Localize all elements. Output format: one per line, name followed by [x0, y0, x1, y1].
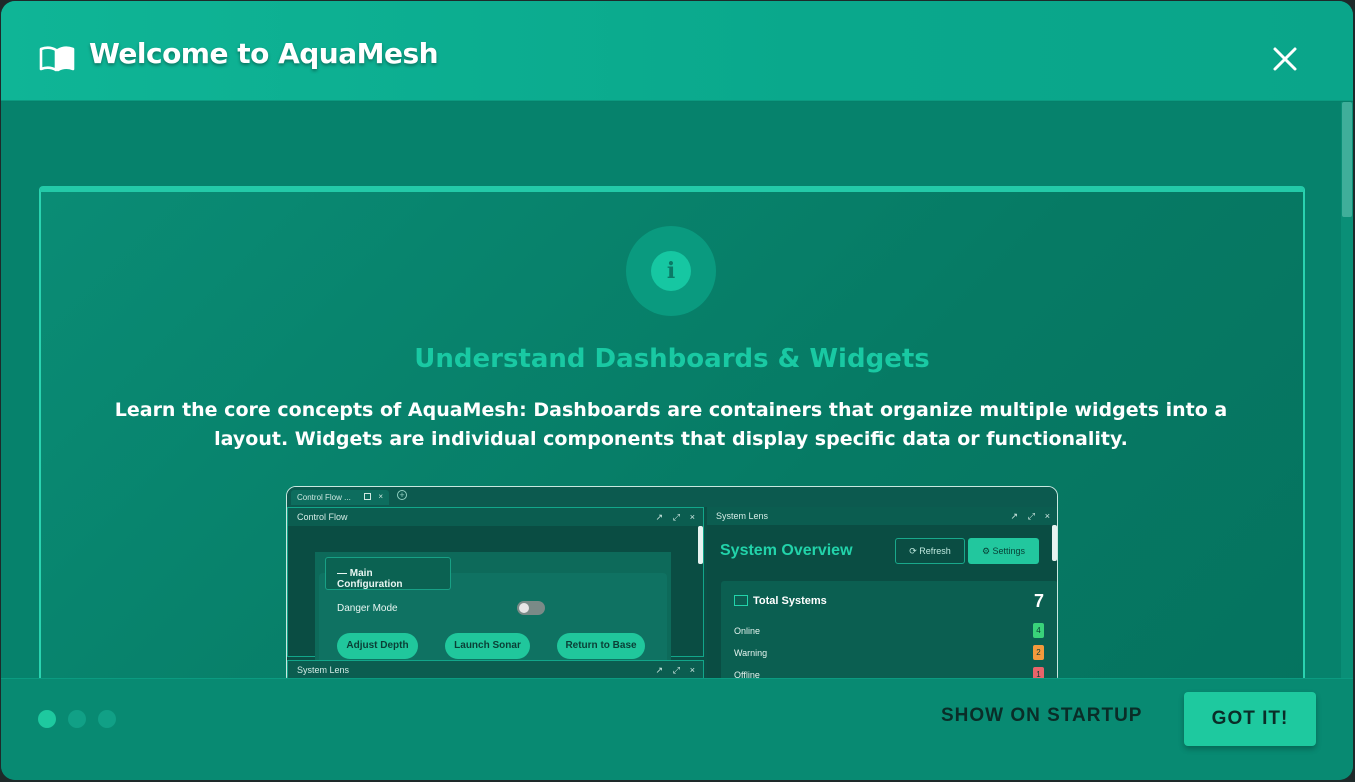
preview-warning-badge: 2	[1033, 645, 1044, 660]
preview-tab: Control Flow ... ×	[291, 490, 389, 505]
maximize-icon: ⤢	[1027, 511, 1035, 521]
preview-system-lens-bottom-pane: System Lens ↗ ⤢ ×	[287, 660, 704, 678]
preview-scrollbar	[698, 526, 703, 564]
preview-pane-title: System Lens	[297, 665, 350, 675]
pagination-dot-2[interactable]	[68, 710, 86, 728]
book-open-icon	[39, 46, 75, 72]
info-icon: i	[626, 226, 716, 316]
pagination-dot-3[interactable]	[98, 710, 116, 728]
dialog-footer: SHOW ON STARTUP GOT IT!	[1, 678, 1353, 780]
preview-system-lens-pane: System Lens ↗ ⤢ × System Overview ⟳ Refr…	[707, 507, 1057, 678]
preview-online-label: Online	[734, 626, 761, 636]
preview-total-systems-card: Total Systems 7 Online 4 Warning 2 Offli…	[721, 581, 1057, 678]
close-icon: ×	[689, 512, 695, 522]
tab-close-icon: ×	[378, 492, 383, 501]
step-description: Learn the core concepts of AquaMesh: Das…	[114, 399, 1228, 450]
preview-pane-header: System Lens ↗ ⤢ ×	[707, 507, 1057, 525]
dashboard-preview-image: Control Flow ... × + Control Flow ↗ ⤢ ×	[286, 486, 1058, 678]
dialog-title: Welcome to AquaMesh	[89, 37, 439, 70]
preview-danger-label: Danger Mode	[337, 603, 398, 614]
welcome-dialog: Welcome to AquaMesh i Understand Dashboa…	[1, 1, 1353, 780]
scrollbar-thumb[interactable]	[1342, 102, 1352, 217]
preview-pane-title: Control Flow	[297, 512, 348, 522]
preview-danger-toggle	[517, 601, 545, 615]
close-icon: ×	[689, 665, 695, 675]
preview-scrollbar	[1052, 525, 1057, 561]
popout-icon: ↗	[655, 512, 663, 522]
step-title: Understand Dashboards & Widgets	[414, 344, 930, 374]
preview-offline-label: Offline	[734, 670, 760, 678]
preview-pane-body: System Overview ⟳ Refresh ⚙ Settings Tot…	[707, 525, 1057, 678]
maximize-icon: ⤢	[672, 665, 680, 675]
dialog-body[interactable]: i Understand Dashboards & Widgets Learn …	[1, 102, 1353, 678]
preview-settings-button: ⚙ Settings	[968, 538, 1039, 564]
maximize-icon: ⤢	[672, 512, 680, 522]
popout-icon: ↗	[655, 665, 663, 675]
preview-return-base-button: Return to Base	[557, 633, 645, 659]
preview-adjust-depth-button: Adjust Depth	[337, 633, 418, 659]
pagination-dot-1[interactable]	[38, 710, 56, 728]
preview-config-legend: — Main Configuration	[325, 557, 451, 590]
dialog-header: Welcome to AquaMesh	[1, 1, 1353, 101]
preview-offline-badge: 1	[1033, 667, 1044, 678]
close-icon: ×	[1044, 511, 1050, 521]
preview-pane-title: System Lens	[716, 511, 769, 521]
add-tab-icon: +	[397, 490, 407, 500]
preview-tab-label: Control Flow ...	[297, 493, 351, 502]
preview-online-badge: 4	[1033, 623, 1044, 638]
show-on-startup-button[interactable]: SHOW ON STARTUP	[941, 705, 1142, 727]
preview-tab-bar: Control Flow ... × +	[287, 487, 1057, 507]
preview-warning-label: Warning	[734, 648, 768, 658]
save-icon	[364, 493, 371, 500]
preview-system-overview-title: System Overview	[720, 542, 853, 559]
preview-total-systems-count: 7	[1033, 591, 1044, 611]
scrollbar[interactable]	[1341, 102, 1353, 678]
step-card: i Understand Dashboards & Widgets Learn …	[39, 186, 1305, 678]
popout-icon: ↗	[1010, 511, 1018, 521]
close-icon[interactable]	[1269, 43, 1301, 75]
preview-pane-header: Control Flow ↗ ⤢ ×	[288, 508, 703, 526]
preview-launch-sonar-button: Launch Sonar	[445, 633, 530, 659]
preview-refresh-button: ⟳ Refresh	[895, 538, 965, 564]
info-glyph: i	[651, 251, 691, 291]
preview-total-systems-label: Total Systems	[753, 595, 827, 607]
list-icon	[734, 595, 748, 606]
got-it-button[interactable]: GOT IT!	[1184, 692, 1316, 746]
preview-pane-header: System Lens ↗ ⤢ ×	[288, 661, 703, 678]
